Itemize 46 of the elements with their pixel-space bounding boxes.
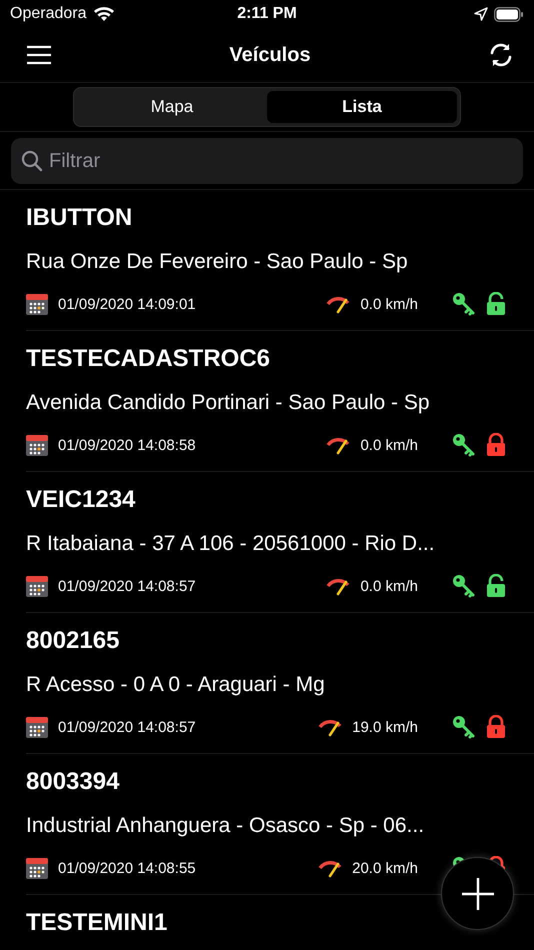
calendar-icon bbox=[26, 857, 48, 879]
vehicle-name: TESTECADASTROC6 bbox=[26, 345, 272, 374]
carrier-name: Operadora bbox=[10, 5, 86, 23]
timestamp: 01/09/2020 14:08:57 bbox=[58, 578, 196, 594]
speed-reading: 0.0 km/h bbox=[360, 436, 418, 454]
calendar-icon bbox=[26, 716, 48, 738]
speed-reading: 0.0 km/h bbox=[360, 296, 418, 312]
speedometer-icon bbox=[318, 858, 342, 878]
speedometer-icon bbox=[318, 717, 342, 737]
timestamp: 01/09/2020 14:08:55 bbox=[58, 860, 196, 876]
segment-tab[interactable]: Mapa bbox=[77, 91, 267, 123]
vehicle-address: R Itabaiana - 37 A 106 - 20561000 - Rio D... bbox=[26, 532, 436, 556]
add-button[interactable] bbox=[441, 857, 514, 930]
speed-reading: 0.0 km/h bbox=[360, 578, 418, 594]
vehicle-name: 8003394 bbox=[26, 768, 120, 797]
screen-title: Veículos bbox=[229, 44, 311, 66]
speedometer-icon bbox=[326, 576, 350, 596]
vehicle-name: 8002165 bbox=[26, 627, 120, 656]
speedometer-icon bbox=[326, 294, 350, 314]
speedometer-icon bbox=[326, 435, 350, 455]
vehicle-address: Industrial Anhanguera - Osasco - Sp - 06... bbox=[26, 814, 426, 838]
vehicle-address: R Acesso - 0 A 0 - Araguari - Mg bbox=[26, 673, 326, 697]
location-arrow-icon bbox=[474, 7, 488, 21]
vehicle-name: VEIC1234 bbox=[26, 486, 136, 515]
plus-icon bbox=[460, 876, 496, 912]
status-time: 2:11 PM bbox=[237, 5, 297, 23]
search-field[interactable]: Filtrar bbox=[11, 138, 523, 184]
calendar-icon bbox=[26, 575, 48, 597]
timestamp: 01/09/2020 14:08:58 bbox=[58, 436, 196, 454]
speed-reading: 20.0 km/h bbox=[352, 860, 418, 876]
search-icon bbox=[21, 150, 43, 172]
segment-tab[interactable]: Lista bbox=[267, 91, 457, 123]
timestamp: 01/09/2020 14:09:01 bbox=[58, 296, 196, 312]
battery-icon bbox=[494, 6, 524, 22]
menu-icon bbox=[26, 45, 52, 65]
refresh-icon bbox=[488, 42, 514, 68]
calendar-icon bbox=[26, 434, 48, 456]
vehicle-name: TESTEMINI1 bbox=[26, 909, 168, 938]
calendar-icon bbox=[26, 293, 48, 315]
vehicle-name: IBUTTON bbox=[26, 204, 134, 233]
wifi-icon bbox=[92, 6, 114, 22]
timestamp: 01/09/2020 14:08:57 bbox=[58, 718, 196, 736]
vehicle-address: Rua Onze De Fevereiro - Sao Paulo - Sp bbox=[26, 250, 409, 274]
menu-button[interactable] bbox=[24, 43, 54, 67]
vehicle-address: Avenida Candido Portinari - Sao Paulo - Sp bbox=[26, 391, 431, 415]
speed-reading: 19.0 km/h bbox=[352, 718, 418, 736]
